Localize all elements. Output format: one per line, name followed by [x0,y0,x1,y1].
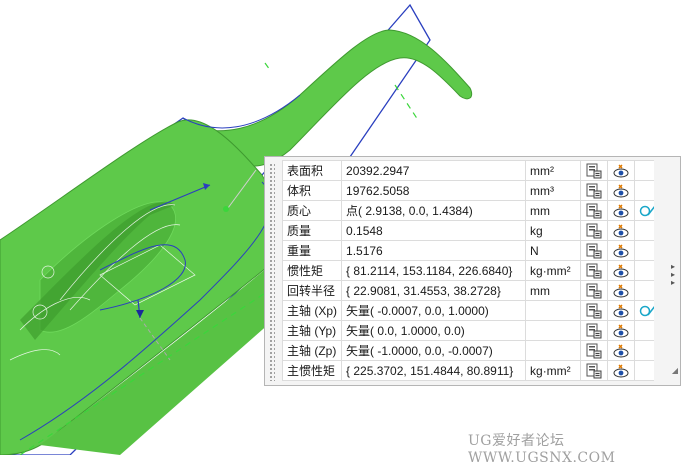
center-of-mass-marker [223,206,229,212]
show-in-graphics-icon[interactable] [607,280,636,301]
property-name: 惯性矩 [281,260,343,281]
property-value[interactable]: { 22.9081, 31.4553, 38.2728} [341,280,527,301]
property-unit[interactable]: mm [525,200,582,221]
property-row: 表面积 20392.2947 mm² [281,160,663,181]
show-in-graphics-icon[interactable] [607,180,636,201]
property-name: 表面积 [281,160,343,181]
property-unit[interactable]: mm² [525,160,582,181]
property-row: 质心 点( 2.9138, 0.0, 1.4384) mm [281,200,663,221]
property-value[interactable]: 点( 2.9138, 0.0, 1.4384) [341,200,527,221]
property-value[interactable]: 矢量( -1.0000, 0.0, -0.0007) [341,340,527,361]
property-name: 主惯性矩 [281,360,343,381]
property-unit[interactable] [525,340,582,361]
property-unit[interactable]: kg [525,220,582,241]
property-row: 主轴 (Zp) 矢量( -1.0000, 0.0, -0.0007) [281,340,663,361]
property-value[interactable]: { 81.2114, 153.1184, 226.6840} [341,260,527,281]
property-name: 主轴 (Xp) [281,300,343,321]
property-row: 回转半径{ 22.9081, 31.4553, 38.2728} mm [281,280,663,301]
property-value[interactable]: 19762.5058 [341,180,527,201]
property-name: 体积 [281,180,343,201]
export-to-spreadsheet-icon[interactable] [580,280,609,301]
property-row: 质量 0.1548 kg [281,220,663,241]
property-name: 回转半径 [281,280,343,301]
resize-handle-icon[interactable]: ◢ [672,366,678,375]
property-name: 重量 [281,240,343,261]
show-in-graphics-icon[interactable] [607,320,636,341]
show-in-graphics-icon[interactable] [607,220,636,241]
property-row: 惯性矩{ 81.2114, 153.1184, 226.6840} kg·mm² [281,260,663,281]
panel-scroll-area [654,157,680,385]
property-row: 主轴 (Xp) 矢量( -0.0007, 0.0, 1.0000) [281,300,663,321]
export-to-spreadsheet-icon[interactable] [580,200,609,221]
property-unit[interactable]: kg·mm² [525,260,582,281]
watermark-text: UG爱好者论坛 WWW.UGSNX.COM [468,433,616,466]
property-unit[interactable]: mm³ [525,180,582,201]
panel-grip[interactable] [269,163,275,381]
property-name: 主轴 (Yp) [281,320,343,341]
property-row: 主惯性矩{ 225.3702, 151.4844, 80.8911} kg·mm² [281,360,663,381]
property-value[interactable]: { 225.3702, 151.4844, 80.8911} [341,360,527,381]
property-unit[interactable]: kg·mm² [525,360,582,381]
property-name: 质量 [281,220,343,241]
export-to-spreadsheet-icon[interactable] [580,340,609,361]
export-to-spreadsheet-icon[interactable] [580,180,609,201]
property-name: 主轴 (Zp) [281,340,343,361]
show-in-graphics-icon[interactable] [607,240,636,261]
property-unit[interactable]: N [525,240,582,261]
property-name: 质心 [281,200,343,221]
export-to-spreadsheet-icon[interactable] [580,160,609,181]
property-row: 体积 19762.5058 mm³ [281,180,663,201]
show-in-graphics-icon[interactable] [607,360,636,381]
show-in-graphics-icon[interactable] [607,340,636,361]
property-unit[interactable]: mm [525,280,582,301]
export-to-spreadsheet-icon[interactable] [580,260,609,281]
property-value[interactable]: 1.5176 [341,240,527,261]
export-to-spreadsheet-icon[interactable] [580,360,609,381]
export-to-spreadsheet-icon[interactable] [580,240,609,261]
property-unit[interactable] [525,320,582,341]
property-unit[interactable] [525,300,582,321]
properties-table: 表面积 20392.2947 mm² 体积 19762.5058 mm³ 质心 点( 2.91… [281,160,663,381]
measure-body-results-panel: 表面积 20392.2947 mm² 体积 19762.5058 mm³ 质心 点( 2.91… [264,156,681,386]
show-in-graphics-icon[interactable] [607,260,636,281]
show-in-graphics-icon[interactable] [607,300,636,321]
show-in-graphics-icon[interactable] [607,160,636,181]
property-row: 主轴 (Yp) 矢量( 0.0, 1.0000, 0.0) [281,320,663,341]
export-to-spreadsheet-icon[interactable] [580,220,609,241]
expand-arrows-icon[interactable]: ▸ ▸ ▸ [671,263,675,287]
property-value[interactable]: 0.1548 [341,220,527,241]
property-value[interactable]: 矢量( 0.0, 1.0000, 0.0) [341,320,527,341]
property-value[interactable]: 矢量( -0.0007, 0.0, 1.0000) [341,300,527,321]
export-to-spreadsheet-icon[interactable] [580,320,609,341]
property-row: 重量 1.5176 N [281,240,663,261]
export-to-spreadsheet-icon[interactable] [580,300,609,321]
show-in-graphics-icon[interactable] [607,200,636,221]
property-value[interactable]: 20392.2947 [341,160,527,181]
